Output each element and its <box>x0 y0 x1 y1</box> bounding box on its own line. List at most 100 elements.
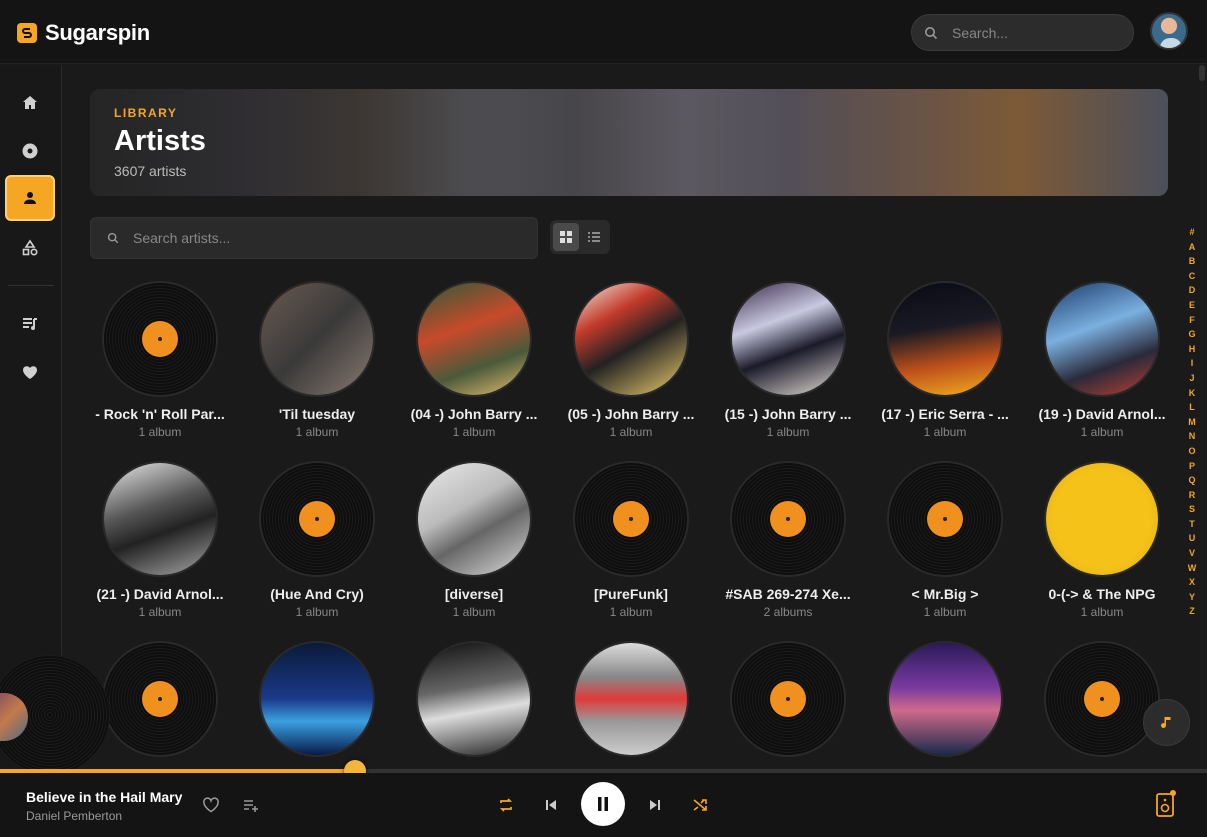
vinyl-placeholder-image <box>732 463 844 575</box>
artist-card[interactable]: (04 -) John Barry ... 1 album <box>404 283 544 439</box>
now-playing-button[interactable] <box>1143 699 1190 746</box>
pause-icon <box>598 797 608 811</box>
alphabet-index-letter[interactable]: Q <box>1188 473 1195 488</box>
album-count: 1 album <box>138 425 182 439</box>
album-count: 1 album <box>609 605 653 619</box>
vinyl-label <box>142 321 178 357</box>
artist-name: (17 -) Eric Serra - ... <box>881 406 1009 422</box>
alphabet-index-letter[interactable]: O <box>1188 444 1195 459</box>
alphabet-index-letter[interactable]: L <box>1189 400 1195 415</box>
album-count: 1 album <box>923 425 967 439</box>
artist-image <box>889 283 1001 395</box>
alphabet-index-letter[interactable]: M <box>1188 415 1196 430</box>
alphabet-index-letter[interactable]: Y <box>1189 590 1195 605</box>
alphabet-index-letter[interactable]: N <box>1189 429 1196 444</box>
alphabet-index-letter[interactable]: K <box>1189 386 1196 401</box>
vinyl-label <box>142 681 178 717</box>
hero-label: LIBRARY <box>114 106 178 120</box>
skip-previous-icon <box>546 800 556 810</box>
artist-card[interactable] <box>404 643 544 769</box>
artist-card[interactable]: (19 -) David Arnol... 1 album <box>1032 283 1172 439</box>
artist-image <box>261 643 373 755</box>
vinyl-label <box>927 501 963 537</box>
artist-card[interactable]: (05 -) John Barry ... 1 album <box>561 283 701 439</box>
artist-image <box>732 283 844 395</box>
alphabet-index-letter[interactable]: W <box>1188 561 1197 576</box>
artist-card[interactable] <box>561 643 701 769</box>
artist-name: 0-(-> & The NPG <box>1048 586 1156 602</box>
list-view-button[interactable] <box>581 223 607 251</box>
alphabet-index-letter[interactable]: C <box>1189 269 1196 284</box>
vinyl-label <box>770 501 806 537</box>
artist-card[interactable]: 0-(-> & The NPG 1 album <box>1032 463 1172 619</box>
artist-search[interactable] <box>90 217 538 259</box>
artist-card[interactable] <box>247 643 387 769</box>
alphabet-index-letter[interactable]: B <box>1189 254 1196 269</box>
artist-card[interactable]: (15 -) John Barry ... 1 album <box>718 283 858 439</box>
repeat-button[interactable] <box>496 795 516 815</box>
artist-card[interactable]: (17 -) Eric Serra - ... 1 album <box>875 283 1015 439</box>
sidebar-item-playlists[interactable] <box>5 301 55 347</box>
artist-card[interactable] <box>875 643 1015 769</box>
alphabet-index-letter[interactable]: S <box>1189 502 1195 517</box>
sidebar-item-albums[interactable] <box>5 128 55 174</box>
artist-card[interactable]: - Rock 'n' Roll Par... 1 album <box>90 283 230 439</box>
artist-name: (15 -) John Barry ... <box>724 406 852 422</box>
alphabet-index-letter[interactable]: X <box>1189 575 1195 590</box>
vinyl-placeholder-image <box>732 643 844 755</box>
sidebar-item-home[interactable] <box>5 80 55 126</box>
artist-name: (21 -) David Arnol... <box>96 586 224 602</box>
alphabet-index-letter[interactable]: F <box>1189 313 1195 328</box>
alphabet-index-letter[interactable]: P <box>1189 459 1195 474</box>
artist-card[interactable]: < Mr.Big > 1 album <box>875 463 1015 619</box>
alphabet-index-letter[interactable]: A <box>1189 240 1196 255</box>
sidebar-item-artists[interactable] <box>5 175 55 221</box>
artist-card[interactable]: #SAB 269-274 Xe... 2 albums <box>718 463 858 619</box>
speaker-icon <box>1156 790 1176 817</box>
alphabet-index-letter[interactable]: I <box>1191 356 1194 371</box>
artist-image <box>575 643 687 755</box>
artist-card[interactable]: (21 -) David Arnol... 1 album <box>90 463 230 619</box>
alphabet-index-letter[interactable]: E <box>1189 298 1195 313</box>
app-logo[interactable]: Sugarspin <box>17 20 150 46</box>
artist-card[interactable]: [PureFunk] 1 album <box>561 463 701 619</box>
like-button[interactable] <box>201 796 221 814</box>
artist-image <box>1046 463 1158 575</box>
sidebar-item-favorites[interactable] <box>5 349 55 395</box>
grid-view-button[interactable] <box>553 223 579 251</box>
user-avatar[interactable] <box>1150 12 1188 50</box>
alphabet-index-letter[interactable]: Z <box>1189 604 1195 619</box>
alphabet-index-letter[interactable]: R <box>1189 488 1196 503</box>
add-to-queue-button[interactable] <box>242 796 260 814</box>
alphabet-index-letter[interactable]: V <box>1189 546 1195 561</box>
shuffle-button[interactable] <box>690 795 710 815</box>
alphabet-index-letter[interactable]: # <box>1189 225 1194 240</box>
alphabet-index-letter[interactable]: H <box>1189 342 1196 357</box>
artist-card[interactable] <box>90 643 230 769</box>
artist-search-input[interactable] <box>133 230 513 246</box>
global-search-input[interactable] <box>952 24 1112 41</box>
alphabet-index-letter[interactable]: T <box>1189 517 1195 532</box>
pause-button[interactable] <box>581 782 625 826</box>
artist-card[interactable]: 'Til tuesday 1 album <box>247 283 387 439</box>
scrollbar-thumb[interactable] <box>1199 65 1205 81</box>
search-icon <box>107 232 119 244</box>
alphabet-index-letter[interactable]: U <box>1189 531 1196 546</box>
alphabet-index-letter[interactable]: D <box>1189 283 1196 298</box>
artist-card[interactable]: [diverse] 1 album <box>404 463 544 619</box>
alphabet-index-letter[interactable]: G <box>1188 327 1195 342</box>
sidebar-divider <box>8 285 54 286</box>
search-icon <box>925 26 938 39</box>
previous-button[interactable] <box>541 795 561 815</box>
next-button[interactable] <box>645 795 665 815</box>
device-button[interactable] <box>1153 789 1177 819</box>
global-search[interactable] <box>911 14 1134 51</box>
artist-count: 3607 artists <box>114 163 187 179</box>
artist-image <box>104 463 216 575</box>
sidebar-item-genres[interactable] <box>5 225 55 271</box>
artist-card[interactable] <box>718 643 858 769</box>
artist-card[interactable]: (Hue And Cry) 1 album <box>247 463 387 619</box>
album-count: 1 album <box>295 605 339 619</box>
alphabet-index-letter[interactable]: J <box>1189 371 1194 386</box>
artist-name: (19 -) David Arnol... <box>1038 406 1166 422</box>
